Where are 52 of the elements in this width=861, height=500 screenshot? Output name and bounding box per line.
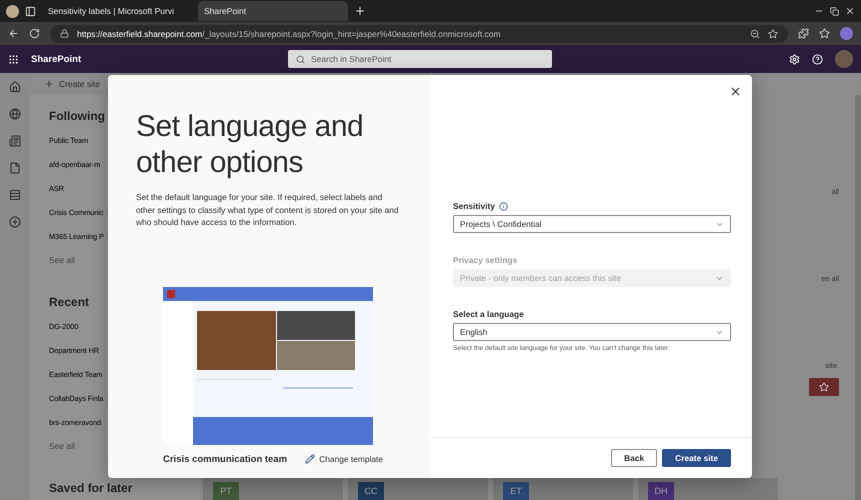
search-icon [296,54,305,64]
app-title[interactable]: SharePoint [31,54,276,64]
app-launcher-icon[interactable] [8,54,19,64]
lock-icon [60,29,69,38]
site-initials: ET [503,482,529,500]
dropdown[interactable]: English [453,323,731,341]
new-tab-icon[interactable] [354,5,366,17]
globe-icon[interactable] [9,108,21,120]
field-label: Privacy settings [453,255,518,265]
browser-tab[interactable]: Sensitivity labels | Microsoft Purvi [42,1,192,21]
create-icon[interactable] [9,216,21,228]
close-icon[interactable] [845,6,855,16]
settings-icon[interactable] [789,54,800,64]
site-initials: CC [358,482,384,500]
news-icon[interactable] [9,135,21,147]
close-button[interactable] [729,85,742,98]
help-icon[interactable] [812,54,823,64]
user-avatar[interactable] [835,50,853,68]
dialog-title: Set language and other options [136,109,364,181]
dropdown[interactable]: Projects \ Confidential [453,215,731,233]
create-site-button[interactable]: Create site [662,449,731,467]
section-heading: Following [49,109,106,123]
back-arrow-icon[interactable] [8,28,19,39]
favorite-star-icon[interactable] [768,28,778,38]
info-icon[interactable] [498,202,508,210]
section-heading: Saved for later [49,481,134,495]
tab-panel-icon[interactable] [25,6,36,16]
site-initials: DH [648,482,674,500]
favorites-icon[interactable] [819,28,830,39]
create-site-button[interactable]: Create site [44,79,100,89]
change-template-link[interactable]: Change template [305,454,383,464]
site-initials: PT [213,482,239,500]
file-icon[interactable] [9,162,21,174]
home-icon[interactable] [9,81,21,93]
restore-icon[interactable] [830,6,839,16]
dialog-description: Set the default language for your site. If required, select labels and other settings to classify what type of content is stored on your site and who should have access to the information. [136,191,400,228]
list-icon[interactable] [9,189,21,201]
address-bar[interactable]: https://easterfield.sharepoint.com/_layouts/15/sharepoint.aspx?login_hint=jasper%40easterfield.onmicrosoft.com [50,24,788,42]
back-button[interactable]: Back [611,449,658,467]
profile-avatar[interactable] [6,4,19,18]
field-label: Select a language [453,309,524,319]
pencil-icon [305,454,316,464]
refresh-icon[interactable] [29,28,40,39]
search-field[interactable]: Search in SharePoint [288,50,552,68]
template-name: Crisis communication team [163,454,288,464]
plus-icon [44,79,54,89]
star-icon[interactable] [819,382,829,392]
section-heading: Recent [49,295,90,309]
extensions-icon[interactable] [798,28,809,39]
zoom-out-icon[interactable] [750,28,760,38]
browser-tab[interactable]: SharePoint [198,1,348,21]
field-label: Sensitivity [453,201,495,211]
